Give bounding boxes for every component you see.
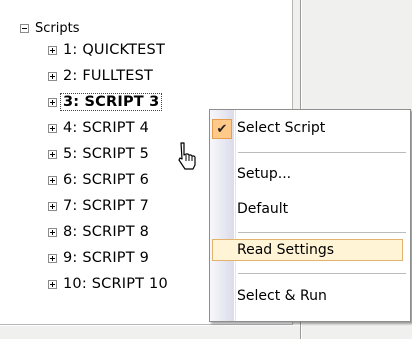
expand-icon[interactable]	[48, 71, 57, 81]
tree-item-label: 3: SCRIPT 3	[60, 93, 163, 111]
checkmark-icon: ✔	[212, 119, 232, 139]
expand-icon[interactable]	[48, 253, 57, 263]
tree-item[interactable]: 8: SCRIPT 8	[48, 223, 149, 241]
expand-icon[interactable]	[48, 45, 57, 55]
tree-item-label: 10: SCRIPT 10	[63, 276, 168, 292]
tree-item[interactable]: 6: SCRIPT 6	[48, 171, 149, 189]
tree-item-label: 6: SCRIPT 6	[63, 172, 150, 188]
menu-item-read-settings[interactable]: Read Settings	[210, 237, 410, 263]
expand-icon[interactable]	[48, 201, 57, 211]
expand-icon[interactable]	[48, 175, 57, 185]
tree-item[interactable]: 10: SCRIPT 10	[48, 275, 168, 293]
menu-item-setup[interactable]: Setup...	[210, 161, 410, 187]
collapse-icon[interactable]	[20, 23, 29, 33]
tree-item-label: 7: SCRIPT 7	[63, 198, 150, 214]
tree-item[interactable]: 5: SCRIPT 5	[48, 145, 149, 163]
menu-item-select-and-run[interactable]: Select & Run	[210, 283, 410, 309]
tree-item-label: 9: SCRIPT 9	[63, 250, 150, 266]
tree-item-label: 5: SCRIPT 5	[63, 146, 150, 162]
menu-item-label: Setup...	[237, 166, 292, 182]
expand-icon[interactable]	[48, 149, 57, 159]
menu-separator	[238, 273, 406, 274]
tree-root-label: Scripts	[35, 20, 80, 36]
tree-item-selected[interactable]: 3: SCRIPT 3	[48, 93, 163, 111]
expand-icon[interactable]	[48, 279, 57, 289]
expand-icon[interactable]	[48, 227, 57, 237]
hand-cursor-icon	[178, 142, 196, 170]
menu-separator	[238, 152, 406, 153]
context-menu: ✔ Select Script Setup... Default Read Se…	[209, 109, 411, 322]
tree-item[interactable]: 4: SCRIPT 4	[48, 119, 149, 137]
tree-item-label: 1: QUICKTEST	[63, 42, 166, 58]
menu-item-default[interactable]: Default	[210, 196, 410, 222]
menu-separator	[238, 232, 406, 233]
menu-item-label: Default	[237, 201, 289, 217]
tree-item-label: 8: SCRIPT 8	[63, 224, 150, 240]
expand-icon[interactable]	[48, 123, 57, 133]
menu-item-label: Select Script	[237, 120, 326, 136]
menu-item-label: Read Settings	[237, 242, 335, 258]
panel-edge	[0, 325, 300, 326]
menu-item-label: Select & Run	[237, 288, 327, 304]
tree-item[interactable]: 2: FULLTEST	[48, 67, 153, 85]
tree-item-label: 2: FULLTEST	[63, 68, 154, 84]
expand-icon[interactable]	[48, 97, 57, 107]
tree-item-label: 4: SCRIPT 4	[63, 120, 150, 136]
tree-item[interactable]: 7: SCRIPT 7	[48, 197, 149, 215]
tree-item[interactable]: 9: SCRIPT 9	[48, 249, 149, 267]
tree-root-scripts[interactable]: Scripts	[20, 20, 79, 36]
menu-item-select-script[interactable]: ✔ Select Script	[210, 115, 410, 141]
tree-item[interactable]: 1: QUICKTEST	[48, 41, 165, 59]
